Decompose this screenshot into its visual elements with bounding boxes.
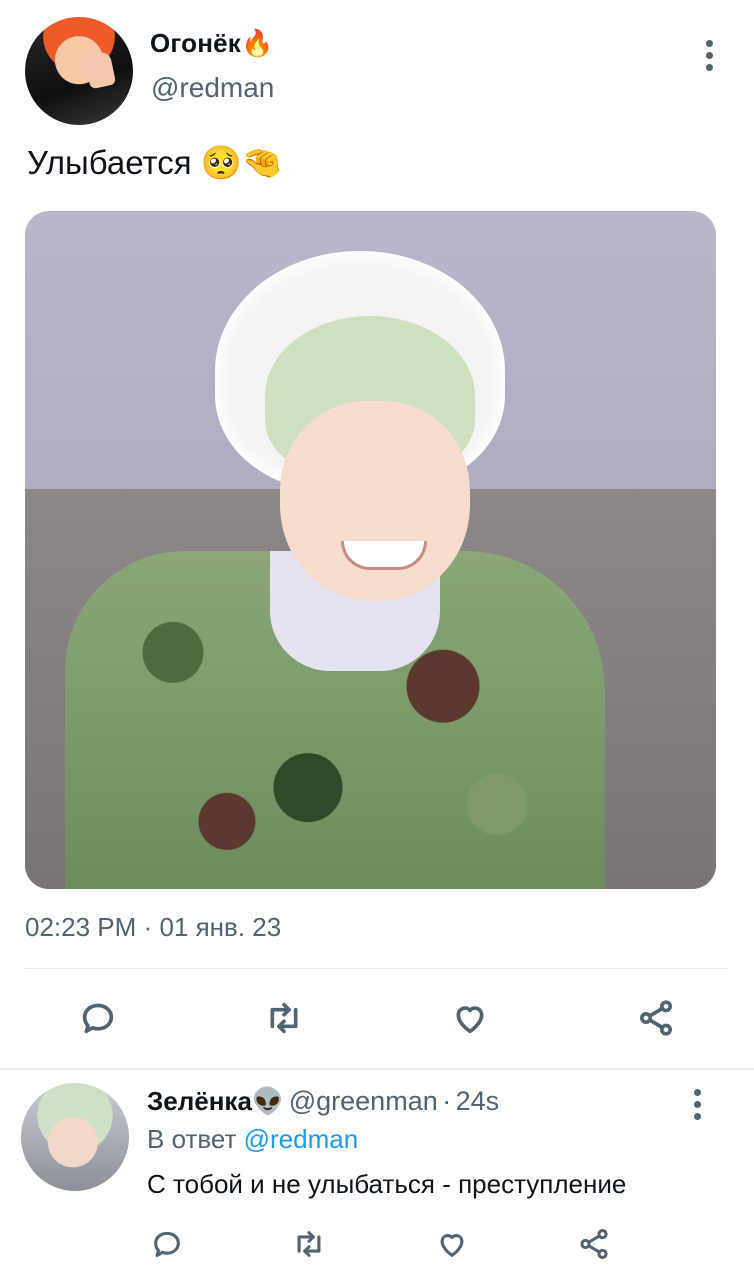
author-handle[interactable]: @redman — [151, 72, 274, 104]
like-icon[interactable] — [430, 1222, 474, 1266]
share-icon[interactable] — [634, 996, 678, 1040]
author-avatar[interactable] — [25, 17, 133, 125]
reply-author-handle[interactable]: @greenman — [289, 1086, 438, 1116]
reply-header: Зелёнка👽 @greenman · 24s — [147, 1086, 499, 1117]
divider — [25, 968, 729, 969]
author-name-text: Огонёк — [150, 28, 241, 58]
tweet-emoji: 🥺🤏 — [200, 144, 283, 181]
reply-author-name[interactable]: Зелёнка — [147, 1086, 252, 1116]
timestamp-separator: · — [143, 912, 153, 942]
fire-emoji: 🔥 — [240, 28, 274, 58]
reply-icon[interactable] — [76, 996, 120, 1040]
timestamp-time: 02:23 PM — [25, 912, 137, 942]
alien-emoji: 👽 — [251, 1086, 285, 1116]
reply-time: 24s — [455, 1086, 500, 1116]
tweet-photo[interactable] — [25, 211, 716, 889]
like-icon[interactable] — [448, 996, 492, 1040]
retweet-icon[interactable] — [262, 996, 306, 1040]
reply-to-link[interactable]: @redman — [244, 1124, 359, 1154]
reply-prefix: В ответ — [147, 1124, 237, 1154]
reply-time-separator: · — [442, 1086, 452, 1116]
reply-text: С тобой и не улыбаться - преступление — [147, 1169, 627, 1199]
reply-context: В ответ @redman — [147, 1124, 358, 1155]
retweet-icon[interactable] — [287, 1222, 331, 1266]
tweet-timestamp: 02:23 PM · 01 янв. 23 — [25, 912, 281, 943]
tweet-text: Улыбается 🥺🤏 — [27, 144, 283, 183]
timestamp-date: 01 янв. 23 — [159, 912, 282, 942]
reply-more-options-icon[interactable] — [694, 1089, 702, 1125]
more-options-icon[interactable] — [706, 40, 714, 76]
author-name[interactable]: Огонёк🔥 — [150, 28, 274, 59]
reply-author-avatar[interactable] — [21, 1083, 129, 1191]
tweet-text-body: Улыбается — [27, 144, 192, 181]
share-icon[interactable] — [572, 1222, 616, 1266]
reply-icon[interactable] — [145, 1222, 189, 1266]
divider — [0, 1068, 754, 1070]
